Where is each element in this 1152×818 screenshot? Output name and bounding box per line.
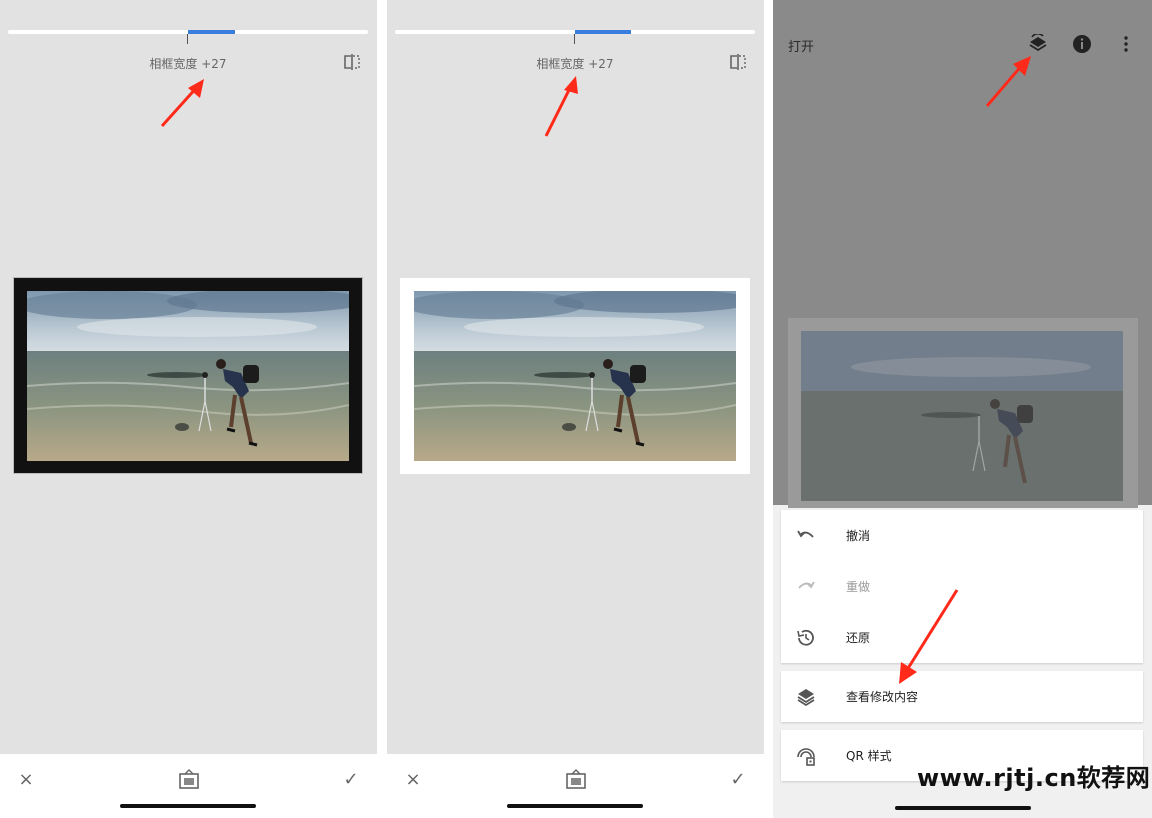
annotation-arrow [544, 76, 578, 137]
open-button[interactable]: 打开 [788, 36, 814, 55]
annotation-arrow [160, 79, 204, 128]
redo-icon [795, 576, 817, 598]
beach-photo [27, 291, 349, 461]
frame-width-slider[interactable] [8, 30, 368, 34]
layers-stack-icon[interactable] [1028, 33, 1048, 54]
qr-style-label: QR 样式 [846, 749, 892, 763]
layers-icon [795, 686, 817, 708]
slider-fill [188, 30, 235, 34]
slider-center-tick [187, 34, 188, 44]
watermark-text: www.rjtj.cn软荐网 [917, 764, 1151, 792]
editor-panel-black-frame: 相框宽度 +27 × ✓ [0, 0, 377, 818]
revert-menu-item[interactable]: 还原 [781, 612, 1143, 663]
redo-menu-item[interactable]: 重做 [781, 561, 1143, 612]
slider-fill [575, 30, 631, 34]
view-edits-card: 查看修改内容 [781, 671, 1143, 722]
cancel-button[interactable]: × [16, 770, 36, 790]
apply-button[interactable]: ✓ [341, 770, 361, 790]
annotation-arrow [899, 589, 959, 684]
history-menu-group: 撤消 重做 还原 [781, 510, 1143, 663]
beach-photo [414, 291, 736, 461]
history-icon [795, 627, 817, 649]
undo-icon [795, 525, 817, 547]
frames-style-icon[interactable] [178, 768, 200, 790]
revert-label: 还原 [846, 631, 871, 645]
bottom-toolbar: × ✓ [387, 754, 764, 818]
view-edits-menu-item[interactable]: 查看修改内容 [781, 671, 1143, 722]
frame-width-slider[interactable] [395, 30, 755, 34]
home-indicator [895, 806, 1031, 810]
param-label: 相框宽度 +27 [149, 57, 227, 71]
cancel-button[interactable]: × [403, 770, 423, 790]
bottom-toolbar: × ✓ [0, 754, 377, 818]
home-indicator [120, 804, 256, 808]
frames-style-icon[interactable] [565, 768, 587, 790]
compare-icon[interactable] [343, 54, 361, 70]
undo-menu-item[interactable]: 撤消 [781, 510, 1143, 561]
qr-style-icon [795, 745, 817, 767]
info-icon[interactable] [1072, 34, 1092, 54]
more-options-icon[interactable] [1116, 34, 1136, 54]
slider-center-tick [574, 34, 575, 44]
beach-photo [801, 331, 1123, 501]
history-menu-panel: 打开 撤消 重做 还原 查看修改内容 QR 样式 www.rjtj.cn软荐网 [773, 0, 1152, 818]
view-edits-label: 查看修改内容 [846, 690, 919, 704]
editor-panel-white-frame: 相框宽度 +27 × ✓ [387, 0, 764, 818]
home-indicator [507, 804, 643, 808]
param-label: 相框宽度 +27 [536, 57, 614, 71]
undo-label: 撤消 [846, 529, 871, 543]
apply-button[interactable]: ✓ [728, 770, 748, 790]
redo-label: 重做 [846, 580, 871, 594]
annotation-arrow [985, 56, 1031, 107]
compare-icon[interactable] [729, 54, 747, 70]
